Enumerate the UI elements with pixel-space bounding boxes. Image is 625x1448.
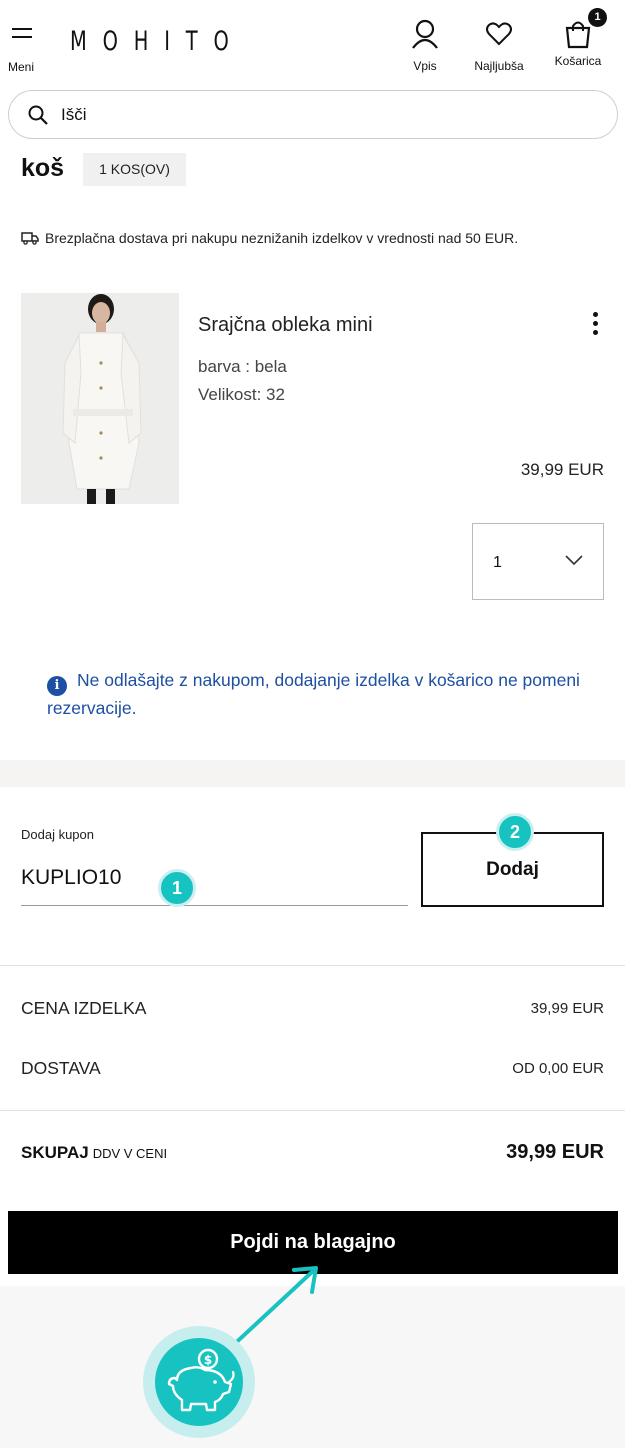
menu-button[interactable]: Meni xyxy=(6,22,40,74)
product-color: barva : bela xyxy=(198,357,287,376)
reservation-notice-text: Ne odlašajte z nakupom, dodajanje izdelk… xyxy=(47,670,580,718)
total-label-text: SKUPAJ xyxy=(21,1143,89,1162)
info-icon: i xyxy=(47,676,67,696)
divider xyxy=(0,1110,625,1111)
shipping-notice: Brezplačna dostava pri nakupu neznižanih… xyxy=(21,230,518,246)
quantity-select[interactable]: 1 xyxy=(472,523,604,600)
product-price: 39,99 EUR xyxy=(520,460,604,479)
more-options-icon[interactable] xyxy=(585,310,605,340)
cart-button[interactable]: 1 Košarica xyxy=(551,8,607,68)
page-title: koš xyxy=(21,154,65,182)
svg-text:$: $ xyxy=(204,1353,212,1367)
chevron-down-icon xyxy=(565,555,583,566)
divider xyxy=(0,965,625,966)
menu-icon-bar xyxy=(12,36,32,38)
piggy-bank-icon: $ xyxy=(155,1338,243,1426)
item-count-badge: 1 KOS(OV) xyxy=(83,153,186,186)
search-icon xyxy=(28,105,48,125)
search-input[interactable] xyxy=(61,101,581,129)
reservation-notice: i Ne odlašajte z nakupom, dodajanje izdel… xyxy=(47,668,607,721)
user-icon xyxy=(412,19,438,49)
shipping-text: Brezplačna dostava pri nakupu neznižanih… xyxy=(45,230,519,246)
cart-count-badge: 1 xyxy=(588,8,607,27)
menu-label: Meni xyxy=(8,60,35,74)
total-label: SKUPAJ DDV V CENI xyxy=(21,1143,167,1163)
brand-logo[interactable]: MOHITO xyxy=(70,26,245,57)
cart-label: Košarica xyxy=(554,54,602,68)
product-image[interactable] xyxy=(21,293,179,504)
step-marker-2: 2 xyxy=(496,813,534,851)
quantity-value: 1 xyxy=(493,554,502,571)
coupon-label: Dodaj kupon xyxy=(21,827,94,842)
items-price-value: 39,99 EUR xyxy=(530,1000,604,1017)
items-price-label: CENA IZDELKA xyxy=(21,998,147,1018)
product-size: Velikost: 32 xyxy=(198,385,285,404)
delivery-value: OD 0,00 EUR xyxy=(512,1060,604,1077)
product-name[interactable]: Srajčna obleka mini xyxy=(198,314,373,337)
section-divider xyxy=(0,760,625,787)
white-shirt-dress-photo xyxy=(21,293,179,504)
search-bar[interactable] xyxy=(8,90,618,139)
wishlist-label: Najljubša xyxy=(474,59,524,73)
menu-icon xyxy=(12,28,32,30)
login-label: Vpis xyxy=(413,59,437,73)
heart-icon xyxy=(486,22,512,46)
wishlist-button[interactable]: Najljubša xyxy=(470,18,528,73)
total-value: 39,99 EUR xyxy=(506,1141,604,1163)
truck-icon xyxy=(21,232,39,245)
coupon-input[interactable] xyxy=(21,848,408,906)
login-button[interactable]: Vpis xyxy=(408,18,442,73)
step-marker-1: 1 xyxy=(158,869,196,907)
delivery-label: DOSTAVA xyxy=(21,1058,101,1078)
vat-note: DDV V CENI xyxy=(92,1146,168,1161)
